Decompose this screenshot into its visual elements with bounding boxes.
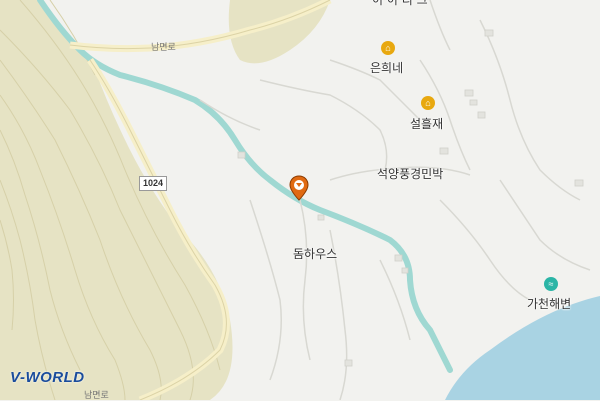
place-label-domehouse[interactable]: 돔하우스: [293, 245, 337, 262]
place-label-seolheuljae[interactable]: 설흘재: [410, 115, 443, 132]
road-label-bottom: 남면로: [84, 391, 109, 401]
vworld-logo: V-WORLD: [10, 369, 85, 386]
lodging-icon[interactable]: ⌂: [421, 96, 435, 110]
road-label-top: 남면로: [151, 43, 176, 53]
place-label-seogyang[interactable]: 석양풍경민박: [377, 165, 443, 182]
sea: [445, 296, 600, 400]
location-pin-icon[interactable]: [289, 175, 309, 201]
beach-icon[interactable]: ≈: [544, 277, 558, 291]
place-label-gacheon-beach[interactable]: 가천해변: [527, 295, 571, 312]
place-label-eunhine[interactable]: 은희네: [370, 59, 403, 76]
top-cut-label: 이 이 리 그: [372, 0, 428, 7]
route-shield: 1024: [139, 176, 167, 191]
lodging-icon[interactable]: ⌂: [381, 41, 395, 55]
map-view[interactable]: 남면로 남면로 1024 이 이 리 그 ⌂ 은희네 ⌂ 설흘재 석양풍경민박 …: [0, 0, 600, 401]
